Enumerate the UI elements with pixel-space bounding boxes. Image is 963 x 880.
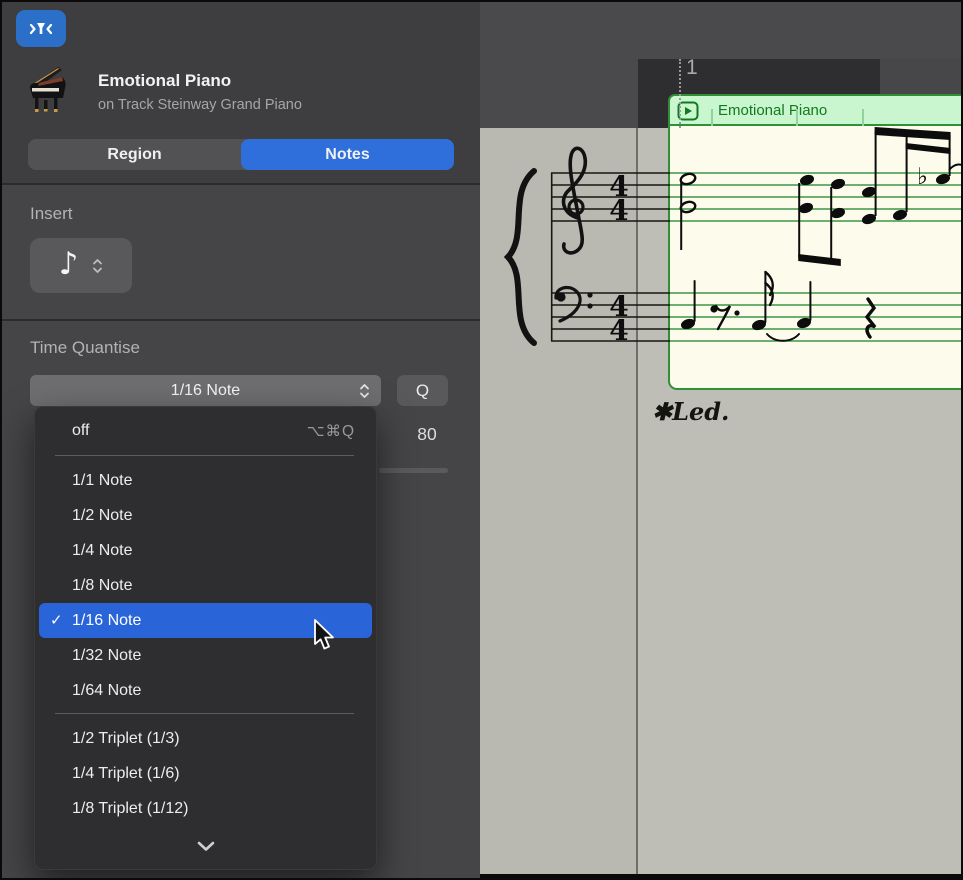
playhead-line[interactable] xyxy=(679,59,681,128)
insert-label: Insert xyxy=(30,204,73,224)
stepper-chevrons-icon xyxy=(92,258,103,274)
mouse-cursor xyxy=(313,619,339,651)
menu-item-off[interactable]: off ⌥⌘Q xyxy=(34,412,377,450)
menu-item[interactable]: 1/4 Triplet (1/6) xyxy=(34,756,377,791)
shortcut-label: ⌥⌘Q xyxy=(307,422,355,441)
funnel-filter-icon xyxy=(27,18,55,40)
menu-item[interactable]: 1/8 Note xyxy=(34,568,377,603)
inspector-tab-bar: Region Notes xyxy=(28,139,454,170)
time-quantise-dropdown[interactable]: 1/16 Note xyxy=(30,375,381,406)
menu-item[interactable]: 1/1 Note xyxy=(34,463,377,498)
section-divider xyxy=(2,319,480,321)
insert-note-value-button[interactable]: ♪ xyxy=(30,238,132,293)
eighth-note-icon: ♪ xyxy=(59,246,79,282)
app-window: Emotional Piano on Track Steinway Grand … xyxy=(0,0,963,880)
menu-divider xyxy=(55,713,354,714)
menu-item[interactable]: 1/2 Triplet (1/3) xyxy=(34,721,377,756)
flat-accidental: ♭ xyxy=(917,164,928,190)
music-notation: 4 4 4 4 xyxy=(480,2,963,880)
track-subtitle: on Track Steinway Grand Piano xyxy=(98,97,302,113)
chevron-down-icon xyxy=(197,841,215,852)
menu-item[interactable]: 1/2 Note xyxy=(34,498,377,533)
grand-piano-icon xyxy=(22,60,70,118)
tab-region[interactable]: Region xyxy=(28,139,241,170)
menu-scroll-more[interactable] xyxy=(34,830,377,862)
score-editor: 1 Emotional Piano xyxy=(480,2,963,880)
pedal-mark: ✱Led. xyxy=(652,397,729,426)
funnel-shape xyxy=(37,23,45,34)
system-brace xyxy=(508,171,534,343)
menu-item[interactable]: 1/4 Note xyxy=(34,533,377,568)
velocity-value: 80 xyxy=(406,424,448,445)
treble-clef xyxy=(563,148,585,253)
quantise-apply-button[interactable]: Q xyxy=(397,375,448,406)
time-quantise-value: 1/16 Note xyxy=(171,382,240,400)
bass-notes[interactable] xyxy=(680,272,875,341)
midi-filter-button[interactable] xyxy=(16,10,66,47)
menu-divider xyxy=(55,455,354,456)
time-signature: 4 4 4 4 xyxy=(609,170,628,347)
menu-item[interactable]: 1/8 Triplet (1/12) xyxy=(34,791,377,826)
section-divider xyxy=(2,183,480,185)
checkmark-icon: ✓ xyxy=(50,611,63,629)
tie xyxy=(949,164,963,170)
time-quantise-label: Time Quantise xyxy=(30,338,140,358)
velocity-slider[interactable] xyxy=(379,468,448,473)
tab-notes[interactable]: Notes xyxy=(241,139,454,170)
svg-text:4: 4 xyxy=(609,194,628,227)
region-title: Emotional Piano xyxy=(98,71,231,91)
svg-text:4: 4 xyxy=(609,314,628,347)
menu-item[interactable]: 1/64 Note xyxy=(34,673,377,708)
dropdown-chevrons-icon xyxy=(359,383,370,399)
